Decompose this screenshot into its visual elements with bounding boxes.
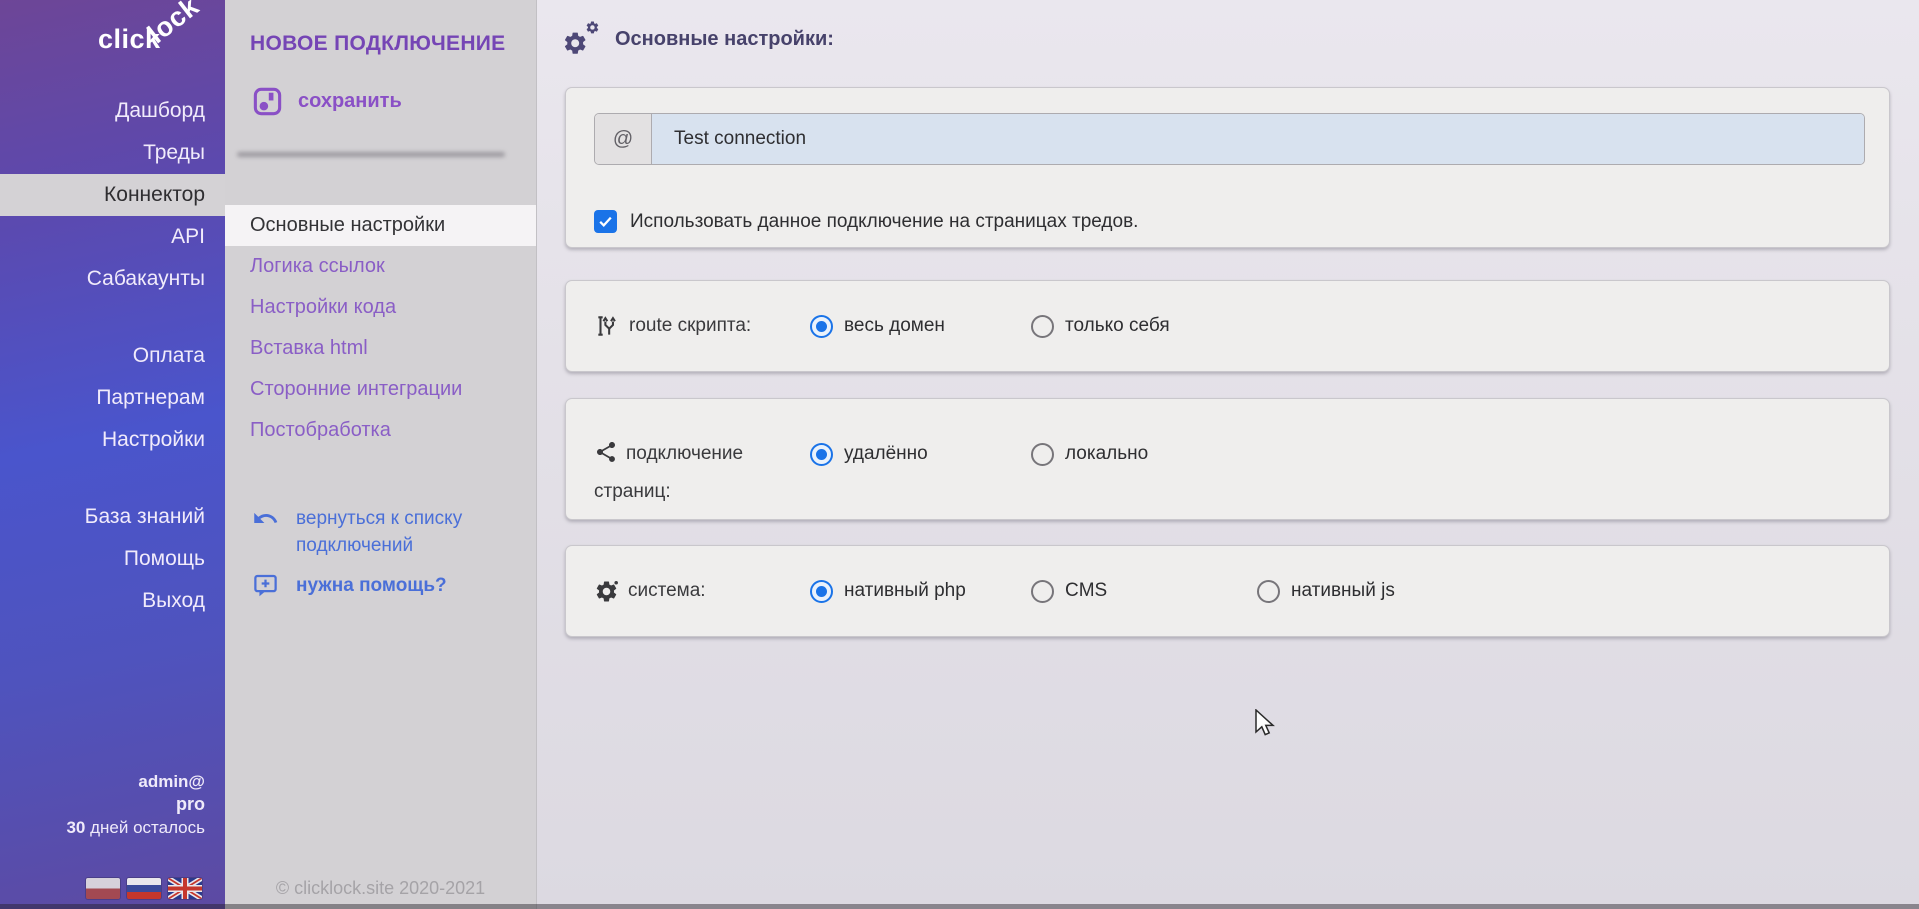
- system-row: система: нативный php CMS нативный js: [566, 546, 1889, 636]
- page-connection-row: подключение страниц: удалённо локально: [566, 399, 1889, 519]
- panel-item-main-settings[interactable]: Основные настройки: [225, 205, 536, 246]
- sidebar-item-api[interactable]: API: [0, 216, 225, 258]
- panel-item-link-logic[interactable]: Логика ссылок: [225, 246, 536, 287]
- sidebar-item-settings[interactable]: Настройки: [0, 419, 225, 461]
- account-plan: pro: [66, 793, 205, 816]
- page-connection-card: подключение страниц: удалённо локально: [565, 398, 1890, 520]
- save-button-label: сохранить: [298, 90, 402, 113]
- connection-name-group: @: [594, 113, 1865, 165]
- panel-item-integrations[interactable]: Сторонние интеграции: [225, 369, 536, 410]
- radio-unselected-icon[interactable]: [1257, 580, 1280, 603]
- radio-selected-icon[interactable]: [810, 315, 833, 338]
- radio-option-only-self[interactable]: только себя: [1031, 315, 1170, 338]
- sidebar-item-subaccounts[interactable]: Сабакаунты: [0, 258, 225, 300]
- use-on-threads-row: Использовать данное подключение на стран…: [594, 210, 1865, 233]
- mouse-cursor: [1254, 709, 1276, 739]
- help-bubble-icon: [252, 572, 279, 599]
- connection-name-input[interactable]: [652, 114, 1864, 164]
- radio-option-remote[interactable]: удалённо: [810, 435, 1031, 473]
- sidebar-item-dashboard[interactable]: Дашборд: [0, 90, 225, 132]
- app-window: clicklock Дашборд Треды Коннектор API Са…: [0, 0, 1919, 909]
- radio-selected-icon[interactable]: [810, 443, 833, 466]
- sidebar-item-help[interactable]: Помощь: [0, 538, 225, 580]
- sidebar-item-partners[interactable]: Партнерам: [0, 377, 225, 419]
- uk-flag-icon[interactable]: [168, 878, 202, 899]
- sidebar-item-payment[interactable]: Оплата: [0, 335, 225, 377]
- gears-icon: [561, 20, 603, 58]
- system-label-block: система:: [594, 579, 810, 604]
- route-script-label-block: route скрипта:: [594, 313, 810, 339]
- use-on-threads-label: Использовать данное подключение на стран…: [630, 211, 1138, 233]
- page-header: Основные настройки:: [561, 20, 834, 58]
- back-link-label: вернуться к списку подключений: [296, 505, 486, 559]
- sidebar-item-logout[interactable]: Выход: [0, 580, 225, 622]
- menu-spacer: [0, 300, 225, 335]
- panel-menu: Основные настройки Логика ссылок Настрой…: [225, 205, 536, 451]
- main-sidebar: clicklock Дашборд Треды Коннектор API Са…: [0, 0, 225, 909]
- russia-flag-icon[interactable]: [127, 878, 161, 899]
- radio-option-label: CMS: [1065, 580, 1107, 602]
- system-label: система:: [628, 580, 706, 602]
- back-to-list-link[interactable]: вернуться к списку подключений: [252, 505, 512, 559]
- connection-panel: НОВОЕ ПОДКЛЮЧЕНИЕ сохранить Основные нас…: [225, 0, 537, 909]
- radio-unselected-icon[interactable]: [1031, 580, 1054, 603]
- clicklock-logo[interactable]: clicklock: [98, 24, 217, 55]
- need-help-link[interactable]: нужна помощь?: [252, 572, 447, 599]
- menu-spacer: [0, 461, 225, 496]
- page-connection-label-block: подключение страниц:: [594, 435, 810, 511]
- route-icon: [594, 313, 620, 339]
- save-button[interactable]: сохранить: [252, 86, 402, 117]
- sidebar-item-threads[interactable]: Треды: [0, 132, 225, 174]
- undo-icon: [252, 505, 279, 559]
- radio-option-label: весь домен: [844, 315, 945, 337]
- system-card: система: нативный php CMS нативный js: [565, 545, 1890, 637]
- main-content: Основные настройки: @ Использовать данно…: [537, 0, 1919, 909]
- gear-icon: [594, 579, 619, 604]
- connection-name-card: @ Использовать данное подключение на стр…: [565, 87, 1890, 248]
- help-link-label: нужна помощь?: [296, 575, 447, 597]
- radio-option-label: нативный js: [1291, 580, 1395, 602]
- route-script-card: route скрипта: весь домен только себя: [565, 280, 1890, 372]
- account-info: admin@ pro 30 дней осталось: [66, 770, 205, 839]
- route-script-label: route скрипта:: [629, 315, 751, 337]
- poland-flag-icon[interactable]: [86, 878, 120, 899]
- radio-option-label: удалённо: [844, 443, 928, 465]
- language-switcher: [86, 878, 202, 899]
- panel-item-postprocessing[interactable]: Постобработка: [225, 410, 536, 451]
- radio-option-native-php[interactable]: нативный php: [810, 580, 1031, 603]
- account-login: admin@: [66, 770, 205, 793]
- radio-option-native-js[interactable]: нативный js: [1257, 580, 1395, 603]
- screen-bottom-edge: [0, 904, 1919, 909]
- sidebar-item-connector[interactable]: Коннектор: [0, 174, 225, 216]
- main-menu: Дашборд Треды Коннектор API Сабакаунты О…: [0, 90, 225, 622]
- copyright-footer: © clicklock.site 2020-2021: [225, 878, 536, 899]
- panel-divider: [237, 152, 505, 157]
- page-title: Основные настройки:: [615, 28, 834, 51]
- sidebar-item-knowledge-base[interactable]: База знаний: [0, 496, 225, 538]
- radio-option-label: нативный php: [844, 580, 966, 602]
- account-days-left: 30 дней осталось: [66, 816, 205, 839]
- save-icon: [252, 86, 283, 117]
- use-on-threads-checkbox[interactable]: [594, 210, 617, 233]
- radio-option-whole-domain[interactable]: весь домен: [810, 315, 1031, 338]
- share-icon: [594, 440, 618, 464]
- radio-option-label: только себя: [1065, 315, 1170, 337]
- radio-option-label: локально: [1065, 443, 1148, 465]
- days-text: дней осталось: [85, 818, 205, 837]
- route-script-row: route скрипта: весь домен только себя: [566, 281, 1889, 371]
- radio-option-cms[interactable]: CMS: [1031, 580, 1257, 603]
- at-prefix: @: [595, 114, 652, 164]
- radio-selected-icon[interactable]: [810, 580, 833, 603]
- radio-option-local[interactable]: локально: [1031, 435, 1148, 473]
- radio-unselected-icon[interactable]: [1031, 315, 1054, 338]
- panel-item-code-settings[interactable]: Настройки кода: [225, 287, 536, 328]
- panel-title: НОВОЕ ПОДКЛЮЧЕНИЕ: [250, 32, 506, 56]
- radio-unselected-icon[interactable]: [1031, 443, 1054, 466]
- days-count: 30: [66, 818, 85, 837]
- panel-item-html-insert[interactable]: Вставка html: [225, 328, 536, 369]
